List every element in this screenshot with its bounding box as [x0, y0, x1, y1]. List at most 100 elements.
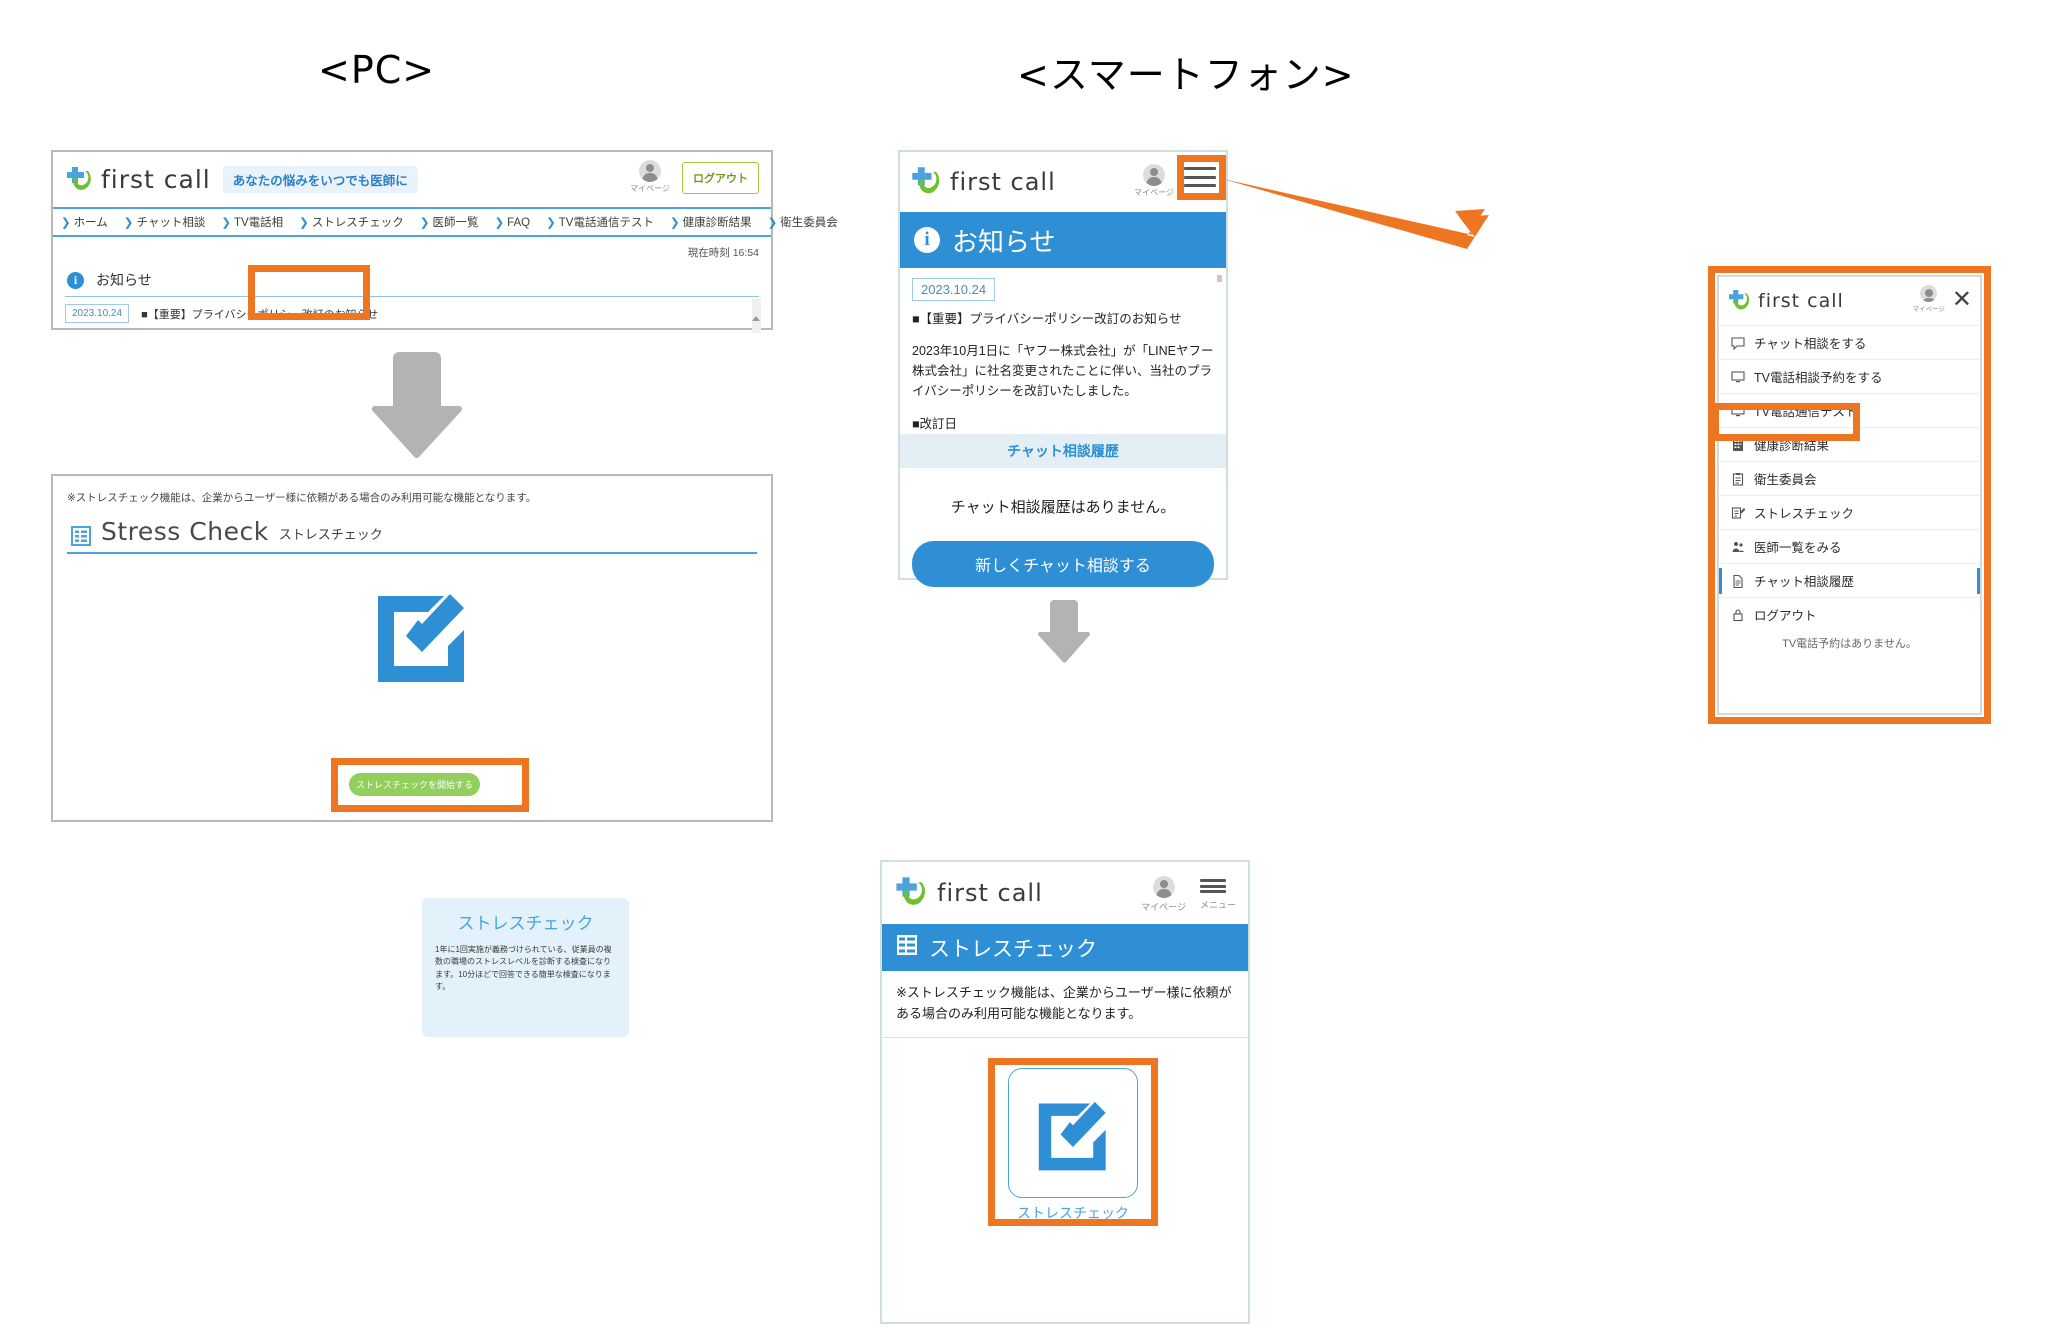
nav-item-health-committee[interactable]: ❯ 衛生委員会	[768, 214, 838, 230]
stress-check-title-en: Stress Check	[101, 517, 269, 546]
checklist-icon	[71, 526, 91, 546]
phone-home-screen: first call マイページ i お知らせ 2023.10.24 ■【重要】…	[898, 150, 1228, 587]
nav-item-faq[interactable]: ❯ FAQ	[494, 215, 530, 229]
nav-label: 健康診断結果	[682, 217, 752, 229]
nav-item-tv-test[interactable]: ❯ TV電話通信テスト	[546, 214, 654, 230]
avatar-icon	[639, 160, 662, 182]
checklist-icon	[896, 934, 918, 961]
down-arrow-pc	[367, 352, 467, 465]
mypage-label: マイページ	[1134, 188, 1174, 197]
notice-section-header: i お知らせ	[53, 260, 771, 294]
pc-navbar: ❯ ホーム ❯ チャット相談 ❯ TV電話相 ❯ ストレスチェック ❯ 医師一覧 ❯ FAQ…	[53, 207, 838, 237]
chevron-right-icon: ❯	[494, 217, 505, 229]
info-icon: i	[914, 227, 940, 253]
nav-item-tv-call[interactable]: ❯ TV電話相	[221, 214, 283, 230]
stress-check-title-jp: ストレスチェック	[278, 527, 383, 542]
highlight-stress-check-tile	[988, 1058, 1158, 1226]
stress-check-band-title: ストレスチェック	[929, 937, 1097, 961]
pc-header: first call あなたの悩みをいつでも医師に マイページ ログアウト	[53, 152, 771, 207]
nav-item-home[interactable]: ❯ ホーム	[61, 214, 108, 230]
scrollbar[interactable]	[1217, 275, 1222, 282]
nav-item-health-result[interactable]: ❯ 健康診断結果	[670, 214, 752, 230]
phone-header: first call マイページ メニュー	[882, 862, 1248, 924]
highlight-start-button	[331, 758, 529, 812]
stress-check-band: ストレスチェック	[882, 924, 1248, 971]
stress-check-note: ※ストレスチェック機能は、企業からユーザー様に依頼がある場合のみ利用可能な機能と…	[896, 985, 1232, 1021]
stress-check-card: ストレスチェック 1年に1回実施が義務づけられている、従業員の複数の職場のストレ…	[422, 898, 629, 1037]
avatar-icon	[1152, 876, 1175, 898]
notice-paragraph: 2023年10月1日に「ヤフー株式会社」が「LINEヤフー株式会社」に社名変更さ…	[912, 344, 1214, 399]
down-arrow-phone	[1035, 600, 1093, 669]
chat-history-section: チャット相談履歴 チャット相談履歴はありません。 新しくチャット相談する	[900, 434, 1226, 601]
pc-header-actions: マイページ ログアウト	[630, 160, 759, 194]
pc-section-heading: <PC>	[318, 48, 436, 92]
nav-item-stress-check[interactable]: ❯ ストレスチェック	[299, 214, 404, 230]
divider	[882, 1036, 1248, 1038]
notice-headline: ■【重要】プライバシーポリシー改訂のお知らせ	[912, 312, 1182, 326]
mypage-button[interactable]: マイページ	[630, 160, 670, 194]
chevron-right-icon: ❯	[767, 217, 778, 229]
highlight-hamburger-menu	[1177, 155, 1226, 200]
stress-check-big-icon	[372, 580, 472, 693]
first-call-logo-icon	[896, 875, 928, 911]
nav-label: TV電話通信テスト	[558, 217, 654, 229]
pc-home-window: first call あなたの悩みをいつでも医師に マイページ ログアウト ❯ ホ…	[51, 150, 838, 333]
notice-body: 2023.10.24 ■【重要】プライバシーポリシー改訂のお知らせ 2023年1…	[900, 268, 1226, 441]
stress-check-note: ※ストレスチェック機能は、企業からユーザー様に依頼がある場合のみ利用可能な機能と…	[67, 492, 537, 504]
mypage-label: マイページ	[1141, 902, 1186, 912]
scrollbar[interactable]	[752, 299, 761, 333]
new-chat-button[interactable]: 新しくチャット相談する	[912, 541, 1214, 587]
avatar-icon	[1143, 164, 1166, 186]
highlight-menu-stress-check	[1712, 403, 1860, 441]
chevron-right-icon: ❯	[419, 217, 430, 229]
chevron-right-icon: ❯	[61, 217, 71, 229]
card-description: 1年に1回実施が義務づけられている、従業員の複数の職場のストレスレベルを診断する…	[435, 945, 612, 992]
brand-name: first call	[937, 879, 1043, 907]
nav-label: ストレスチェック	[311, 217, 404, 229]
scroll-up-icon[interactable]	[752, 299, 760, 321]
nav-label: ホーム	[73, 217, 108, 229]
brand-tagline: あなたの悩みをいつでも医師に	[222, 166, 418, 193]
brand-name: first call	[101, 165, 211, 194]
chevron-right-icon: ❯	[546, 217, 556, 229]
brand-name: first call	[950, 168, 1056, 196]
brand-logo[interactable]: first call	[67, 165, 211, 195]
chevron-right-icon: ❯	[221, 217, 231, 229]
mypage-button[interactable]: マイページ	[1134, 164, 1174, 198]
first-call-logo-icon	[67, 165, 93, 195]
connector-arrow	[1223, 175, 1513, 260]
smartphone-section-heading: <スマートフォン>	[1017, 53, 1355, 97]
highlight-menu-panel	[1708, 266, 1991, 724]
logout-button[interactable]: ログアウト	[682, 162, 759, 194]
mypage-label: マイページ	[630, 184, 670, 193]
chat-history-title: チャット相談履歴	[900, 434, 1226, 468]
nav-label: FAQ	[507, 217, 531, 229]
notice-date: 2023.10.24	[912, 278, 996, 301]
info-icon: i	[67, 271, 84, 289]
phone-header-actions: マイページ メニュー	[1141, 876, 1236, 913]
nav-item-doctor-list[interactable]: ❯ 医師一覧	[420, 214, 479, 230]
chevron-right-icon: ❯	[669, 217, 680, 229]
menu-button[interactable]: メニュー	[1199, 876, 1236, 911]
nav-label: 医師一覧	[432, 217, 479, 229]
notice-band-title: お知らせ	[952, 226, 1056, 257]
nav-item-chat[interactable]: ❯ チャット相談	[124, 214, 206, 230]
nav-label: 衛生委員会	[780, 217, 838, 229]
notice-revision-label: ■改訂日	[912, 417, 958, 432]
mypage-button[interactable]: マイページ	[1141, 876, 1186, 913]
current-time: 現在時刻 16:54	[687, 247, 759, 259]
nav-label: チャット相談	[136, 217, 206, 229]
divider	[67, 552, 757, 554]
notice-row[interactable]: 2023.10.24 ■【重要】プライバシーポリシー改訂のお知らせ	[53, 297, 771, 333]
nav-label: TV電話相	[233, 217, 284, 229]
stress-check-title-row: Stress Check ストレスチェック	[53, 505, 771, 546]
highlight-pc-nav-stress-check	[248, 265, 370, 320]
first-call-logo-icon	[912, 165, 942, 199]
chevron-right-icon: ❯	[299, 217, 309, 229]
notice-band: i お知らせ	[900, 212, 1226, 268]
notice-date: 2023.10.24	[65, 304, 130, 323]
chevron-right-icon: ❯	[123, 217, 134, 229]
card-title: ストレスチェック	[457, 914, 594, 933]
menu-label: メニュー	[1199, 900, 1236, 910]
chat-history-empty: チャット相談履歴はありません。	[950, 499, 1176, 516]
